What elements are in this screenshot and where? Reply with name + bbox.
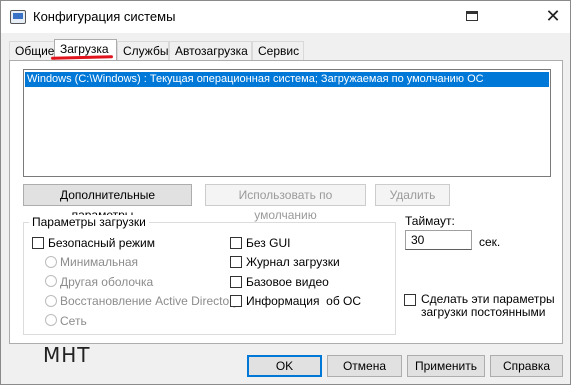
no-gui-checkbox[interactable] [230,237,242,249]
safe-mode-ad-repair-radio[interactable] [45,295,57,307]
help-button[interactable]: Справка [490,355,563,377]
close-icon: ✕ [545,6,561,26]
safe-mode-alternate-shell-label: Другая оболочка [60,275,154,289]
restore-button[interactable] [462,5,484,27]
safe-mode-minimal-radio[interactable] [45,256,57,268]
cancel-button[interactable]: Отмена [327,355,402,377]
system-configuration-window: Конфигурация системы ✕ Общие Загрузка Сл… [0,0,571,385]
tab-tools[interactable]: Сервис [252,41,304,61]
ok-button[interactable]: OK [247,355,322,377]
tab-services[interactable]: Службы [117,41,169,61]
tab-startup[interactable]: Автозагрузка [169,41,252,61]
safe-mode-alternate-shell-radio[interactable] [45,275,57,287]
tab-general[interactable]: Общие [9,41,55,61]
safe-mode-network-label: Сеть [60,314,87,328]
safe-mode-network-radio[interactable] [45,314,57,326]
boot-log-checkbox[interactable] [230,256,242,268]
advanced-options-button[interactable]: Дополнительные параметры... [23,184,192,222]
os-info-checkbox[interactable] [230,295,242,307]
safe-mode-ad-repair-label: Восстановление Active Directory [60,294,240,308]
close-button[interactable]: ✕ [542,5,564,27]
make-permanent-label: Сделать эти параметры загрузки постоянны… [421,292,555,319]
msconfig-icon [10,10,26,24]
safe-mode-label: Безопасный режим [48,236,155,250]
title-bar: Конфигурация системы ✕ [1,1,570,33]
timeout-input[interactable]: 30 [405,230,472,250]
safe-mode-checkbox[interactable] [32,237,44,249]
os-list-item[interactable]: Windows (C:\Windows) : Текущая операцион… [25,72,549,87]
timeout-unit: сек. [479,235,501,249]
os-info-label: Информация об ОС [246,294,362,308]
restore-icon [466,11,478,21]
no-gui-label: Без GUI [246,236,291,250]
timeout-label: Таймаут: [405,214,455,228]
safe-mode-minimal-label: Минимальная [60,255,139,269]
base-video-label: Базовое видео [246,275,329,289]
make-permanent-checkbox[interactable] [404,294,416,306]
handwritten-note: МНТ [43,343,91,367]
set-default-button[interactable]: Использовать по умолчанию [205,184,366,222]
base-video-checkbox[interactable] [230,276,242,288]
delete-button[interactable]: Удалить [375,184,450,206]
apply-button[interactable]: Применить [407,355,485,377]
os-list[interactable]: Windows (C:\Windows) : Текущая операцион… [23,69,551,177]
boot-options-title: Параметры загрузки [29,215,149,229]
window-title: Конфигурация системы [33,9,176,24]
boot-log-label: Журнал загрузки [246,255,340,269]
